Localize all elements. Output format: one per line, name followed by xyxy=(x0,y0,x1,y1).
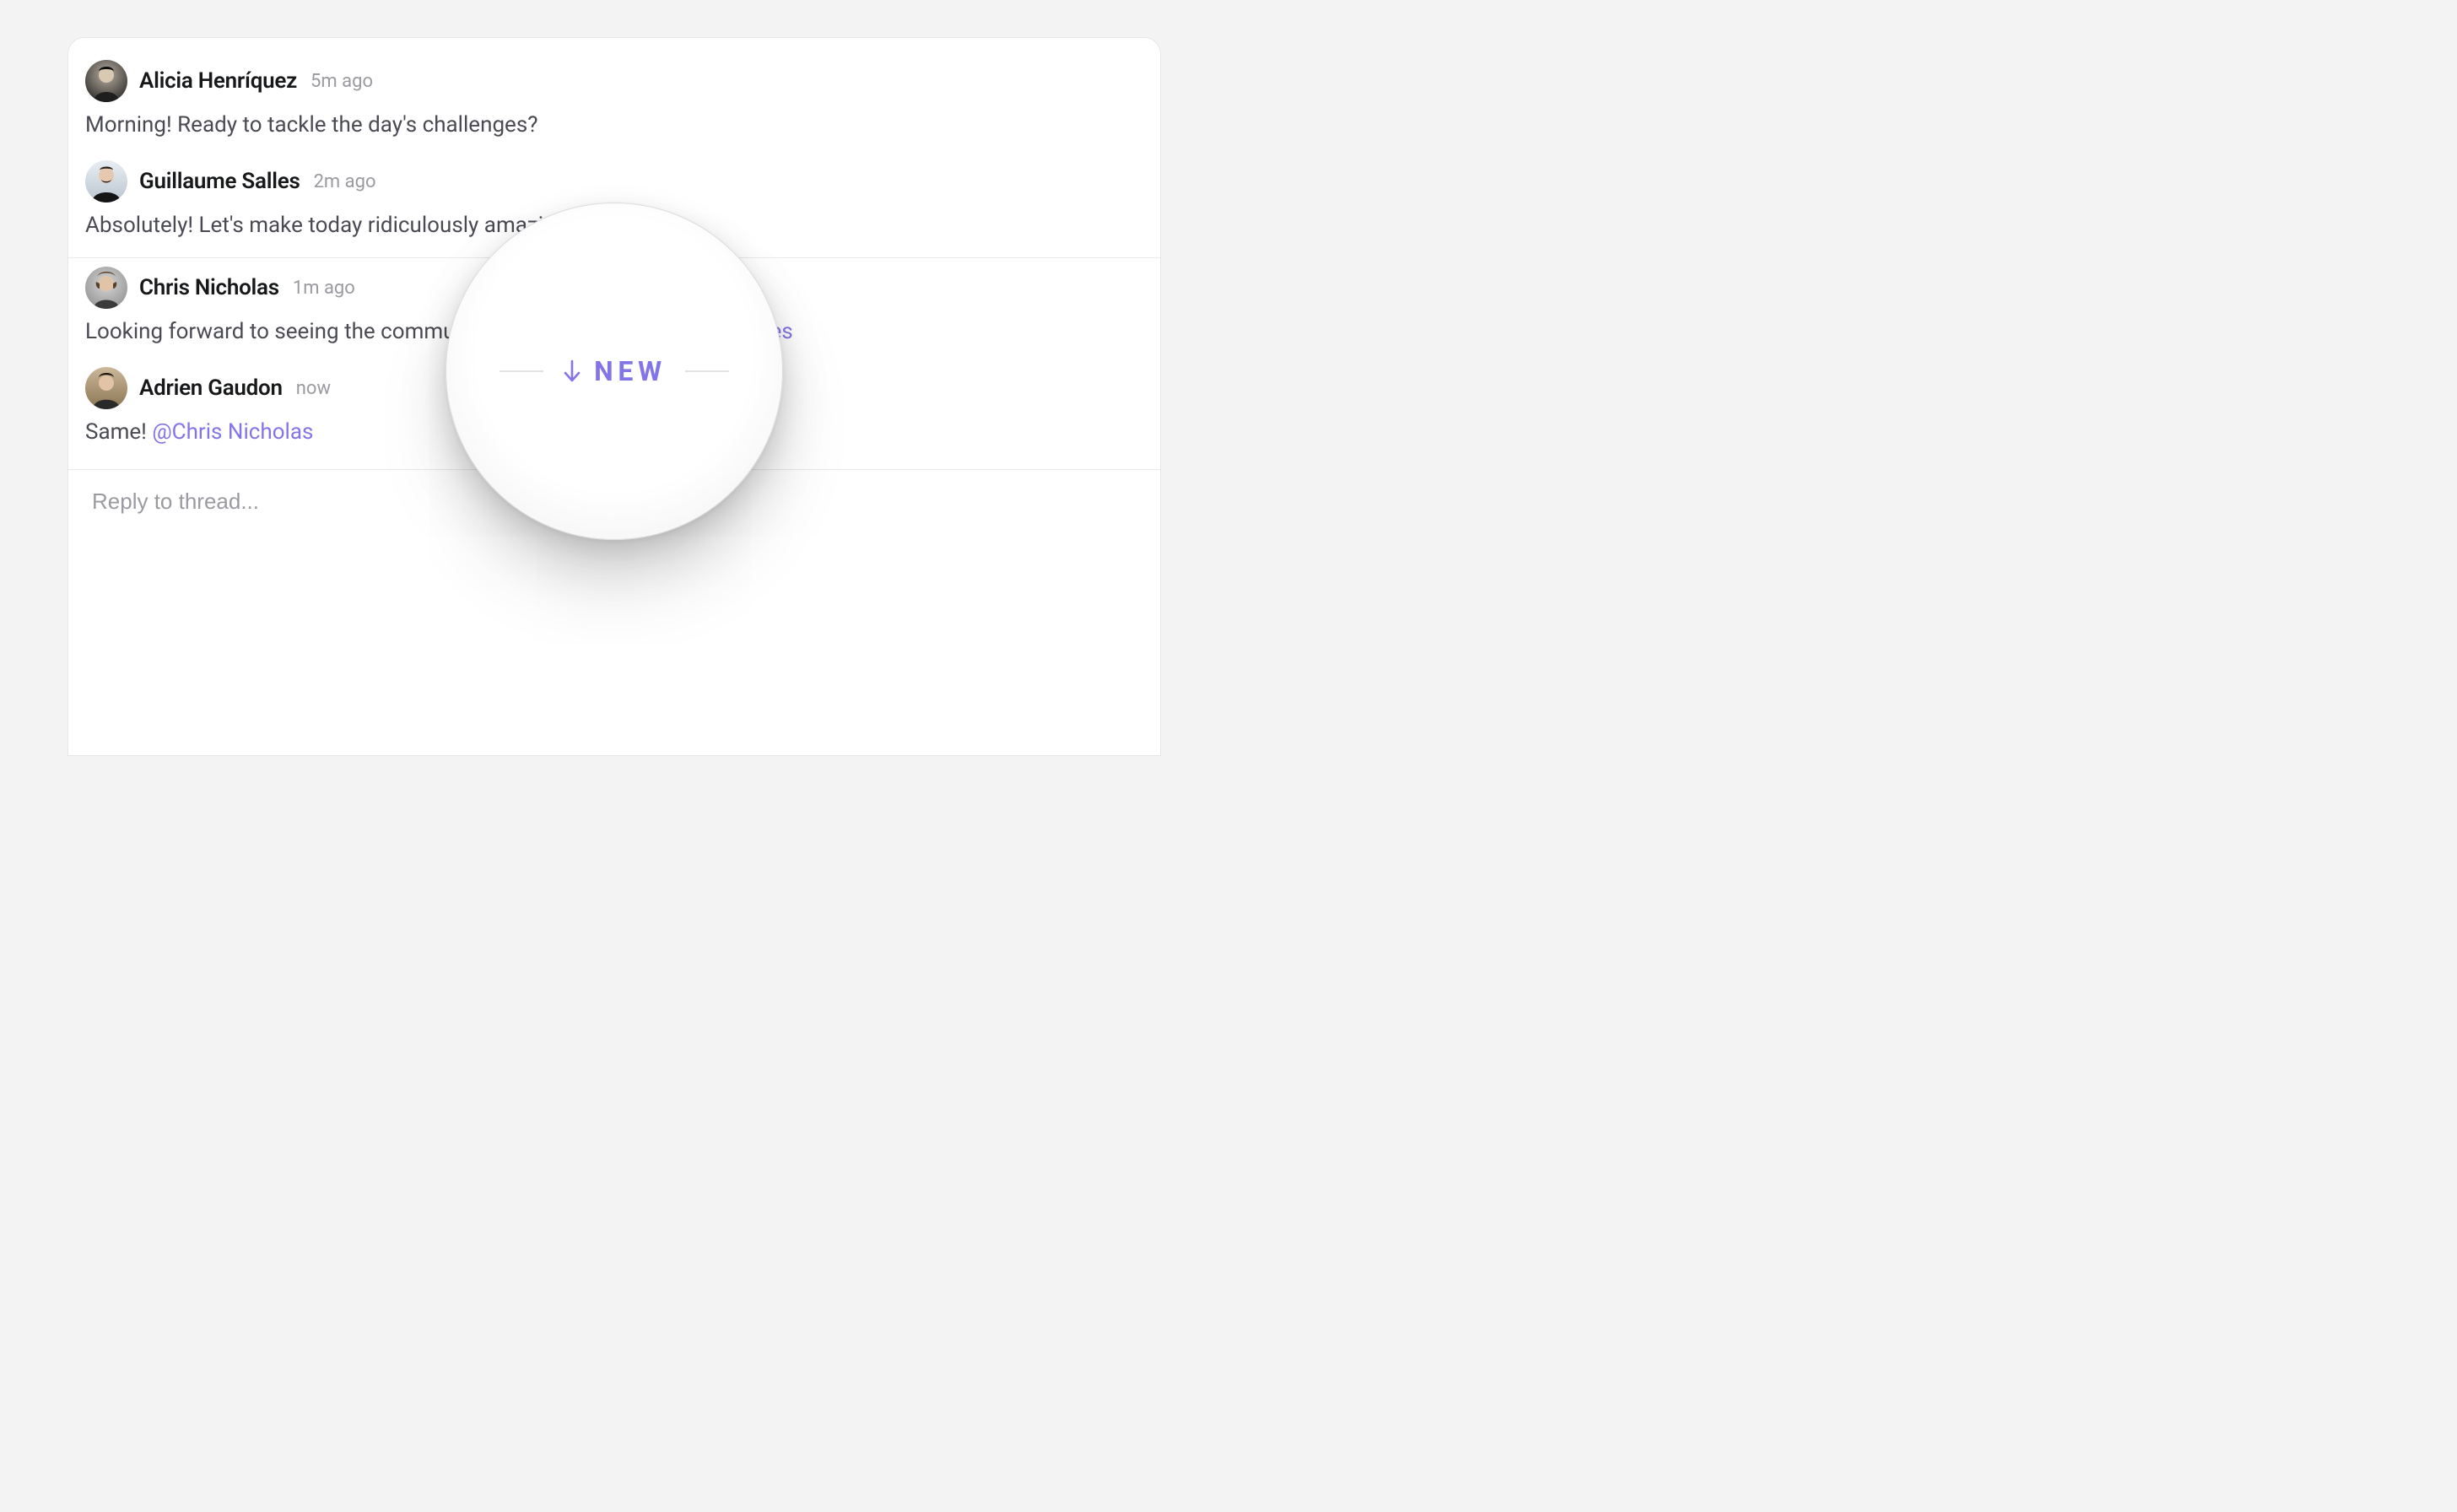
message-time: 2m ago xyxy=(314,171,376,192)
divider-line xyxy=(685,370,729,372)
message-text: Same! xyxy=(85,419,152,445)
message-author: Alicia Henríquez xyxy=(139,68,297,94)
avatar xyxy=(85,160,127,202)
divider-line xyxy=(500,370,543,372)
message-header: Guillaume Salles 2m ago xyxy=(85,160,1143,202)
message: Alicia Henríquez 5m ago Morning! Ready t… xyxy=(68,51,1160,152)
mention[interactable]: @Chris Nicholas xyxy=(152,419,313,445)
message-body: Morning! Ready to tackle the day's chall… xyxy=(85,111,1143,140)
message-text: Absolutely! Let's make today ridiculousl… xyxy=(85,213,574,238)
avatar xyxy=(85,367,127,409)
message-header: Alicia Henríquez 5m ago xyxy=(85,60,1143,102)
magnifier-lens: NEW xyxy=(446,202,783,540)
avatar xyxy=(85,267,127,309)
message-time: 5m ago xyxy=(310,71,373,92)
message-author: Chris Nicholas xyxy=(139,275,279,300)
new-divider-badge: NEW xyxy=(446,355,782,387)
new-badge-label: NEW xyxy=(594,355,667,387)
message-text: Morning! Ready to tackle the day's chall… xyxy=(85,112,538,138)
message-time: now xyxy=(296,378,331,399)
avatar xyxy=(85,60,127,102)
message-author: Guillaume Salles xyxy=(139,169,300,194)
arrow-down-icon xyxy=(562,359,582,383)
new-badge: NEW xyxy=(562,355,667,387)
message-author: Adrien Gaudon xyxy=(139,375,283,401)
message-time: 1m ago xyxy=(293,278,355,299)
